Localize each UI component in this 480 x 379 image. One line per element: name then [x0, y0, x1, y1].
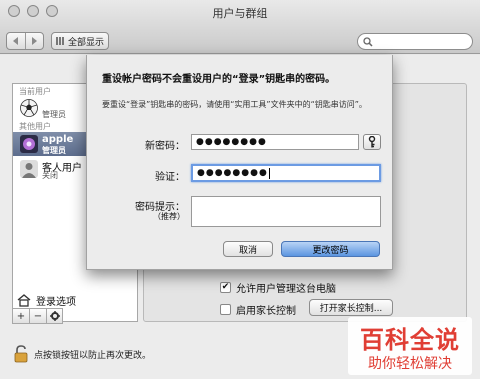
allow-admin-checkbox[interactable]: ✔ 允许用户管理这台电脑	[220, 280, 336, 295]
chevron-left-icon	[12, 37, 18, 45]
nav-buttons	[6, 32, 44, 50]
verify-password-field[interactable]: ●●●●●●●●	[191, 164, 381, 182]
remove-user-button[interactable]: −	[29, 308, 46, 324]
show-all-button[interactable]: 全部显示	[51, 32, 109, 50]
parental-controls-checkbox[interactable]: 启用家长控制	[220, 302, 296, 317]
new-password-label: 新密码：	[145, 141, 185, 152]
forward-button[interactable]	[24, 33, 44, 49]
open-parental-controls-button[interactable]: 打开家长控制...	[309, 299, 393, 316]
flower-avatar	[20, 135, 38, 153]
text-caret	[268, 167, 270, 179]
verify-label: 验证：	[155, 172, 185, 183]
user-role: 关闭	[42, 171, 58, 180]
allow-admin-label: 允许用户管理这台电脑	[236, 284, 336, 295]
password-assistant-button[interactable]	[363, 134, 381, 150]
action-gear-button[interactable]	[46, 308, 63, 324]
login-options-label: 登录选项	[36, 296, 76, 308]
soccer-ball-avatar	[20, 99, 38, 117]
user-name: apple	[42, 134, 74, 145]
sheet-description: 要重设“登录”钥匙串的密码，请使用“实用工具”文件夹中的“钥匙串访问”。	[102, 100, 367, 109]
other-users-section-label: 其他用户	[19, 122, 51, 131]
grid-icon	[55, 37, 64, 45]
user-role: 管理员	[42, 146, 66, 155]
watermark-main-text: 百科全说	[360, 326, 460, 354]
window-title: 用户与群组	[212, 7, 268, 20]
guest-user-avatar	[20, 160, 38, 178]
new-password-field[interactable]: ●●●●●●●●	[191, 134, 359, 150]
password-hint-field[interactable]	[191, 196, 381, 227]
parental-controls-label: 启用家长控制	[236, 306, 296, 317]
user-role: 管理员	[42, 110, 66, 119]
sidebar-toolbar: + −	[12, 308, 138, 324]
chevron-right-icon	[32, 37, 38, 45]
house-icon	[17, 293, 31, 307]
change-password-button[interactable]: 更改密码	[281, 241, 380, 257]
new-password-value: ●●●●●●●●	[196, 137, 267, 147]
back-button[interactable]	[7, 33, 25, 49]
key-icon	[368, 136, 376, 148]
search-icon	[363, 37, 373, 47]
search-input[interactable]	[357, 33, 473, 50]
watermark-sub-text: 助你轻松解决	[368, 356, 452, 372]
gear-icon	[49, 311, 60, 321]
sheet-title: 重设帐户密码不会重设用户的“登录”钥匙串的密码。	[102, 74, 336, 85]
checkbox-checked[interactable]: ✔	[220, 282, 231, 293]
checkbox-unchecked[interactable]	[220, 304, 231, 315]
password-hint-sublabel: （推荐）	[153, 212, 185, 221]
verify-password-value: ●●●●●●●●	[197, 168, 268, 178]
lock-open-icon	[14, 345, 28, 363]
window-titlebar: 用户与群组 全部显示	[0, 0, 480, 54]
cancel-button[interactable]: 取消	[223, 241, 273, 257]
watermark: 百科全说 助你轻松解决	[348, 317, 472, 375]
add-user-button[interactable]: +	[12, 308, 29, 324]
lock-area[interactable]: 点按锁按钮以防止再次更改。	[14, 345, 151, 363]
show-all-label: 全部显示	[67, 37, 104, 48]
reset-password-sheet: 重设帐户密码不会重设用户的“登录”钥匙串的密码。 要重设“登录”钥匙串的密码，请…	[86, 55, 393, 270]
lock-text: 点按锁按钮以防止再次更改。	[34, 350, 152, 361]
